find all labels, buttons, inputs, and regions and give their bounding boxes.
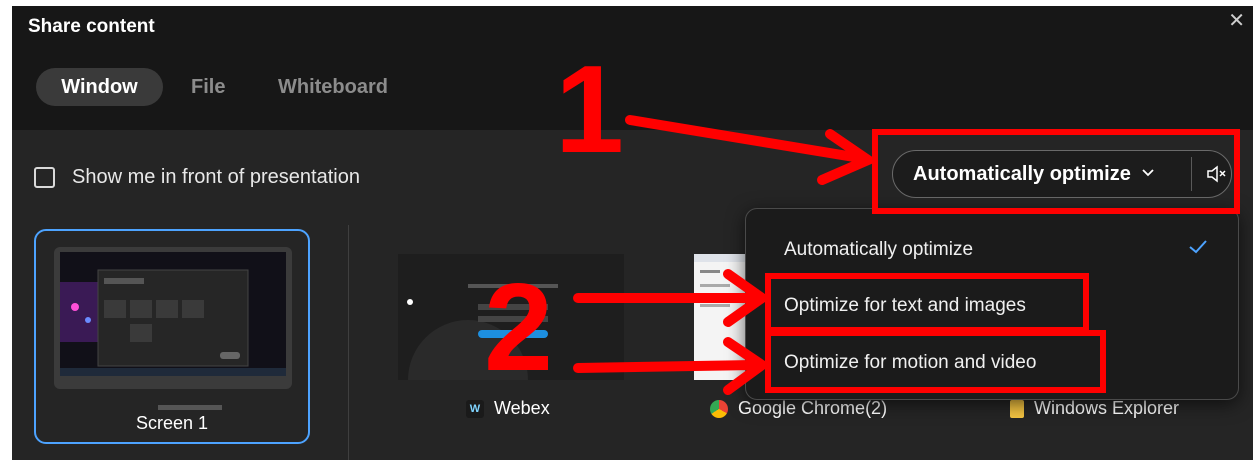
annotation-arrows bbox=[573, 115, 879, 395]
share-content-dialog: Share content ✕ Window File Whiteboard S… bbox=[0, 0, 1253, 460]
